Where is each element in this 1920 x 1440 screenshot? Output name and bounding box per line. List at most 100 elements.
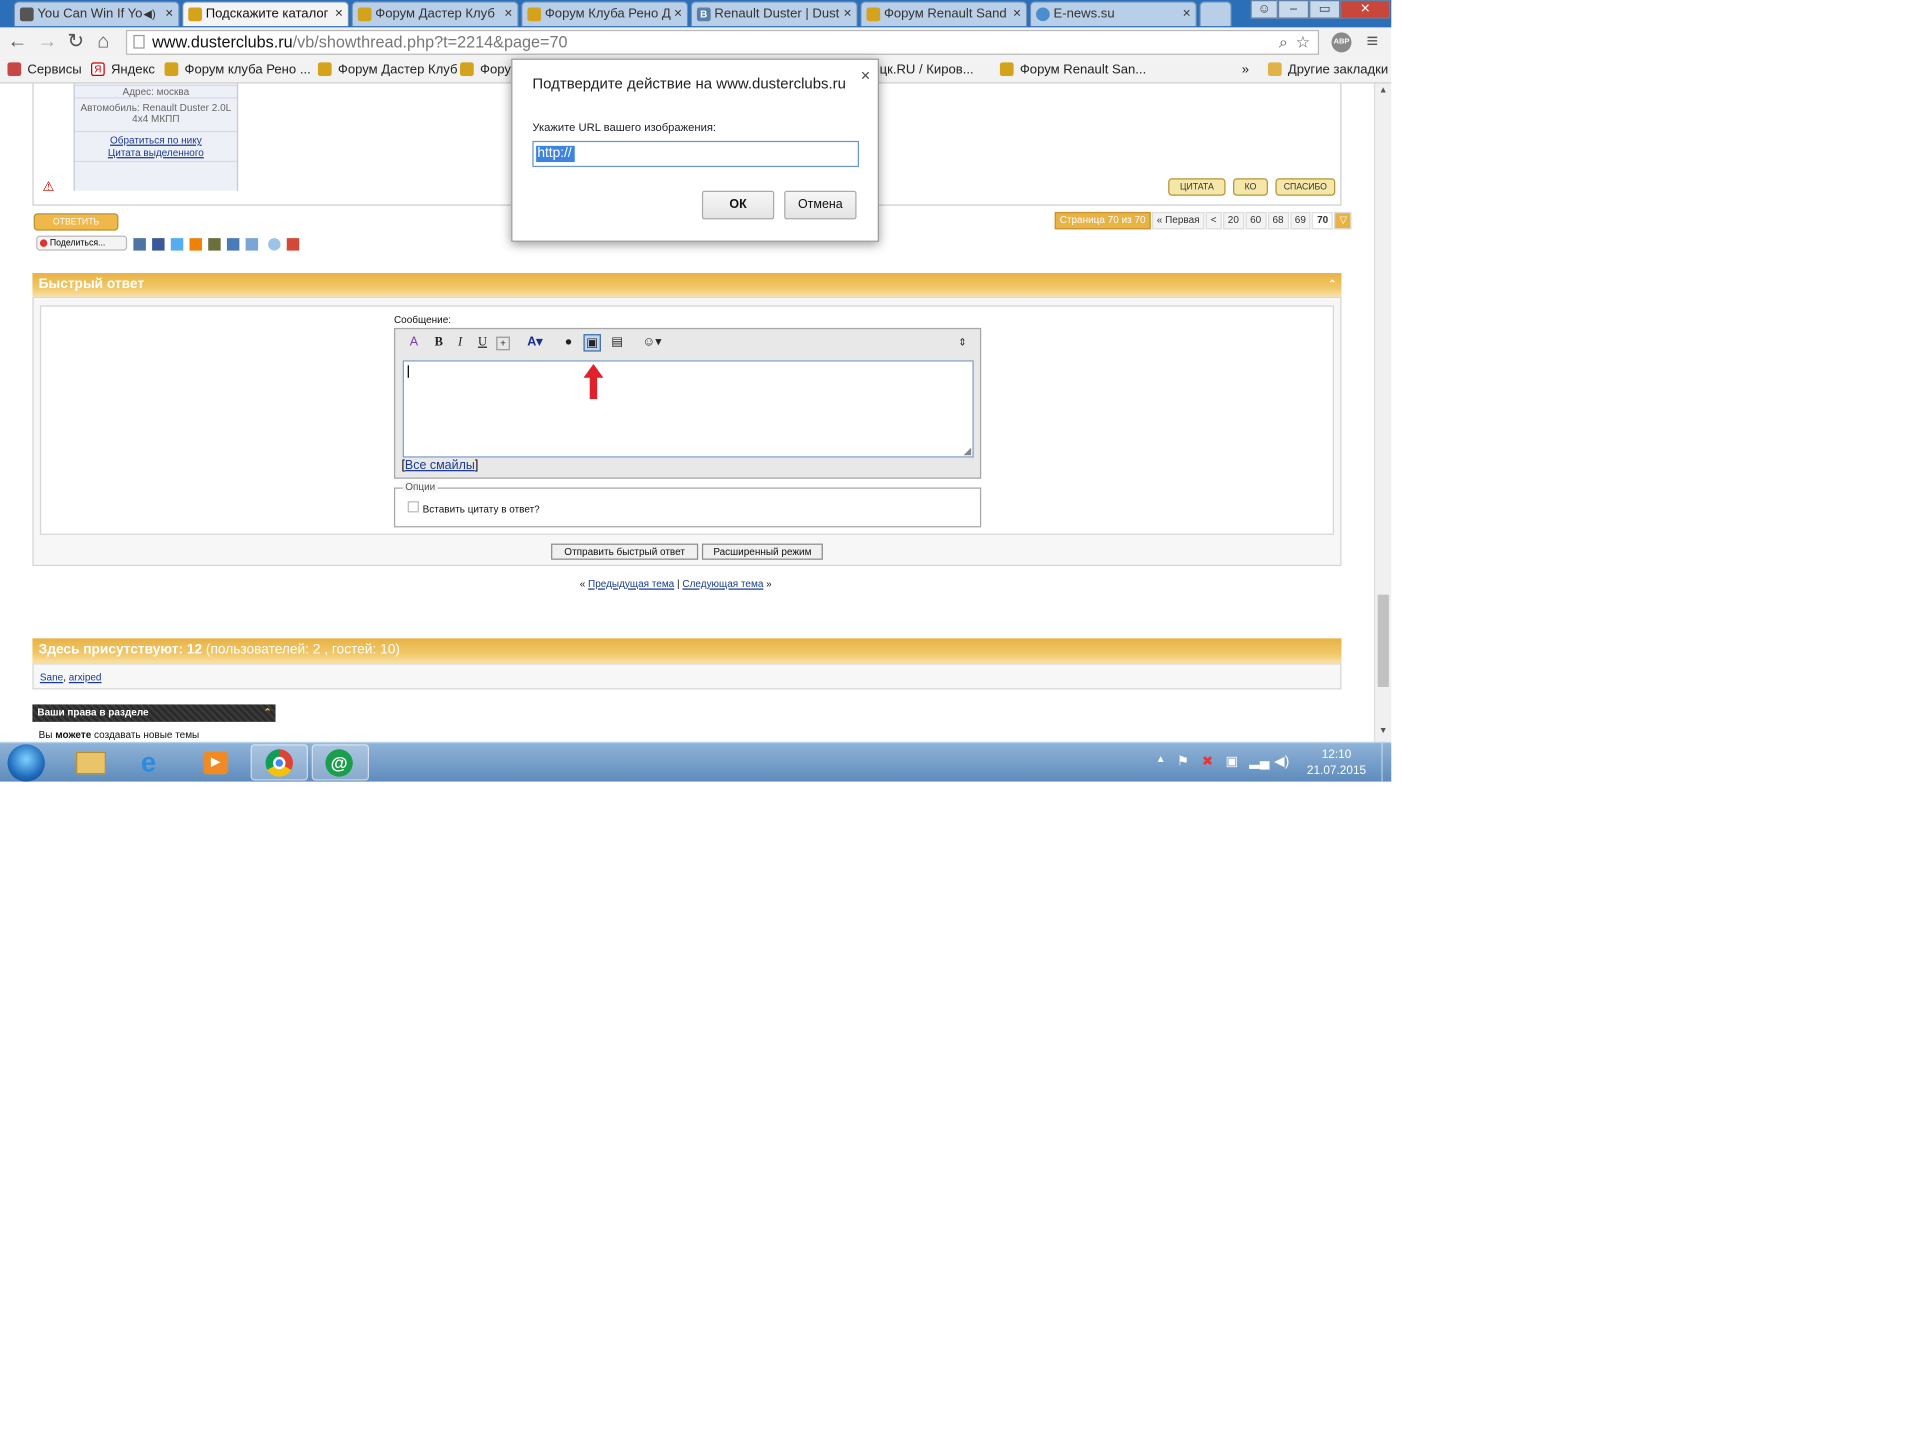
search-icon[interactable]: ⌕ — [1279, 31, 1288, 53]
page-link[interactable]: 69 — [1289, 211, 1311, 230]
tab-vk-duster[interactable]: B Renault Duster | Dust × — [690, 1, 858, 27]
close-icon[interactable]: × — [1013, 2, 1021, 26]
window-close-button[interactable]: ✕ — [1340, 0, 1391, 19]
internet-explorer-icon[interactable]: e — [125, 744, 182, 780]
advanced-mode-button[interactable]: Расширенный режим — [701, 543, 823, 560]
home-icon[interactable]: ⌂ — [97, 31, 109, 53]
maximize-button[interactable]: ▭ — [1309, 0, 1341, 19]
file-explorer-icon[interactable] — [61, 744, 118, 780]
close-icon[interactable]: × — [165, 2, 173, 26]
other-share-icon[interactable] — [268, 238, 281, 251]
bold-icon[interactable]: B — [430, 334, 447, 351]
action-center-icon[interactable]: ⚑ — [1177, 753, 1189, 769]
livejournal-share-icon[interactable] — [226, 238, 240, 251]
close-icon[interactable]: × — [504, 2, 512, 26]
ok-button[interactable]: ОК — [701, 190, 775, 220]
first-page-link[interactable]: « Первая — [1151, 211, 1205, 230]
all-smilies-link[interactable]: [Все смайлы] — [401, 459, 478, 474]
insert-image-icon[interactable]: ▣ — [583, 334, 601, 352]
remove-format-icon[interactable]: A — [405, 334, 422, 351]
new-tab-button[interactable] — [1199, 1, 1232, 27]
ko-button[interactable]: КО — [1233, 178, 1268, 196]
address-bar[interactable]: www.dusterclubs.ru/vb/showthread.php?t=2… — [125, 29, 1320, 55]
system-clock[interactable]: 12:10 21.07.2015 — [1297, 747, 1377, 779]
close-icon[interactable]: × — [844, 2, 852, 26]
adblock-icon[interactable]: ABP — [1331, 32, 1352, 53]
tab-enews[interactable]: E-news.su × — [1029, 1, 1197, 27]
user-link[interactable]: Sane — [40, 672, 63, 683]
signal-icon[interactable]: ▂▄ — [1249, 753, 1269, 769]
message-textarea[interactable]: ◢ — [402, 360, 974, 458]
scroll-up-icon[interactable]: ▲ — [1379, 86, 1388, 95]
network-error-icon[interactable]: ✖ — [1202, 753, 1213, 769]
resize-toggle-icon[interactable]: ⇕ — [954, 334, 971, 351]
link-address-by-nick[interactable]: Обратиться по нику — [75, 135, 237, 146]
quote-button[interactable]: ЦИТАТА — [1168, 178, 1226, 196]
tab-forum-sandero[interactable]: Форум Renault Sand × — [860, 1, 1028, 27]
tab-youtube[interactable]: You Can Win If Yo ◀) × — [13, 1, 180, 27]
close-icon[interactable]: × — [1183, 2, 1191, 26]
google-plus-share-icon[interactable] — [286, 238, 300, 251]
media-player-icon[interactable]: ▶ — [187, 744, 244, 780]
prev-page-link[interactable]: < — [1205, 211, 1222, 230]
tab-forum-duster[interactable]: Форум Дастер Клуб × — [351, 1, 519, 27]
scrollbar-thumb[interactable] — [1377, 594, 1389, 687]
other-bookmarks-folder[interactable]: Другие закладки — [1267, 61, 1388, 78]
volume-icon[interactable]: ◀) — [1274, 753, 1289, 769]
share-button[interactable]: Поделиться... — [36, 235, 128, 251]
page-link[interactable]: 20 — [1222, 211, 1244, 230]
quote-checkbox[interactable] — [407, 501, 419, 513]
scroll-down-icon[interactable]: ▼ — [1379, 727, 1388, 736]
tab-active-forum[interactable]: Подскажите каталог × — [182, 1, 350, 27]
bookmark-services[interactable]: Сервисы — [7, 61, 82, 78]
page-menu-icon[interactable]: ▽ — [1334, 211, 1353, 230]
chrome-icon[interactable] — [250, 744, 308, 781]
resize-grip-icon[interactable]: ◢ — [964, 445, 972, 456]
back-arrow-icon[interactable]: ← — [7, 31, 27, 53]
page-link[interactable]: 68 — [1267, 211, 1289, 230]
collapse-icon[interactable]: ⌃ — [1328, 273, 1336, 295]
submit-quick-reply-button[interactable]: Отправить быстрый ответ — [551, 543, 699, 560]
smiley-menu-icon[interactable]: ☺▾ — [637, 334, 667, 351]
close-icon[interactable]: × — [861, 66, 870, 85]
bookmark-yandex[interactable]: Я Яндекс — [91, 61, 155, 78]
minimize-button[interactable]: ‒ — [1277, 0, 1310, 19]
odnoklassniki-share-icon[interactable] — [189, 238, 202, 251]
windows-start-icon[interactable] — [7, 744, 45, 782]
image-url-input[interactable] — [532, 140, 860, 168]
usb-icon[interactable]: ▣ — [1226, 753, 1239, 769]
tab-forum-reno[interactable]: Форум Клуба Рено Д × — [521, 1, 689, 27]
show-hidden-icons[interactable]: ▲ — [1156, 753, 1166, 764]
bookmarks-overflow-button[interactable]: » — [1242, 61, 1249, 78]
show-desktop-button[interactable] — [1381, 743, 1391, 782]
thanks-button[interactable]: СПАСИБО — [1275, 178, 1336, 196]
next-thread-link[interactable]: Следующая тема — [682, 578, 763, 589]
user-link[interactable]: arxiped — [69, 672, 102, 683]
report-warning-icon[interactable]: ⚠ — [42, 178, 54, 195]
forward-arrow-icon[interactable]: → — [37, 31, 57, 53]
menu-icon[interactable]: ≡ — [1366, 31, 1378, 53]
cancel-button[interactable]: Отмена — [784, 190, 857, 220]
page-link[interactable]: 60 — [1245, 211, 1267, 230]
reload-icon[interactable]: ↻ — [67, 31, 84, 53]
bookmark-forum-reno[interactable]: Форум клуба Рено ... — [164, 61, 311, 78]
spoiler-icon[interactable]: + — [496, 336, 510, 351]
vk-share-icon[interactable] — [133, 238, 146, 251]
mail-share-icon[interactable] — [208, 238, 221, 251]
friendfeed-share-icon[interactable] — [245, 238, 259, 251]
font-color-icon[interactable]: A▾ — [520, 334, 550, 351]
facebook-share-icon[interactable] — [152, 238, 165, 251]
collapse-icon[interactable]: ⌃ — [263, 704, 271, 721]
link-icon[interactable]: ● — [560, 334, 577, 351]
twitter-share-icon[interactable] — [170, 238, 184, 251]
link-quote-selected[interactable]: Цитата выделенного — [75, 147, 237, 158]
italic-icon[interactable]: I — [451, 334, 468, 351]
bookmark-forum-sandero[interactable]: Форум Renault San... — [999, 61, 1146, 78]
user-button[interactable]: ☺ — [1250, 0, 1278, 19]
bookmark-forum-duster[interactable]: Форум Дастер Клуб — [317, 61, 457, 78]
mail-agent-icon[interactable]: @ — [311, 744, 370, 781]
underline-icon[interactable]: U — [474, 334, 491, 351]
page-scrollbar[interactable]: ▲ ▼ — [1373, 83, 1392, 742]
reply-button[interactable]: ОТВЕТИТЬ — [33, 213, 119, 231]
prev-thread-link[interactable]: Предыдущая тема — [588, 578, 674, 589]
